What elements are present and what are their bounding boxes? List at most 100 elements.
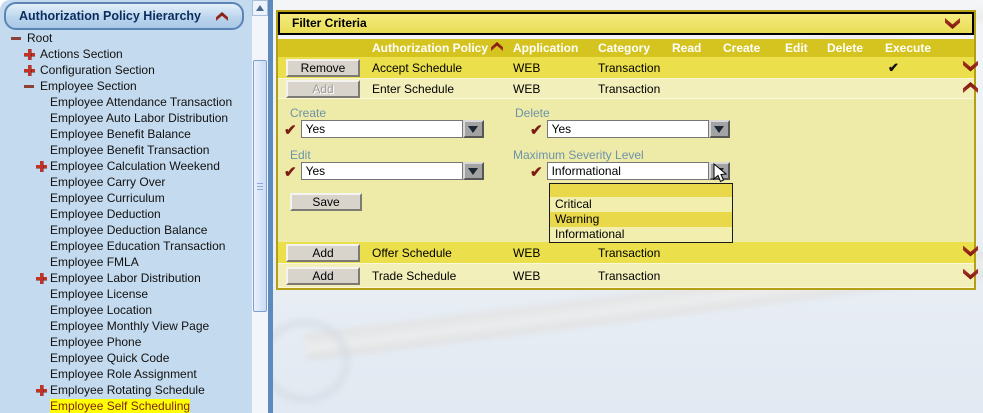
tree-item-label: Employee Auto Labor Distribution xyxy=(50,111,228,125)
tree-item-employee-deduction[interactable]: Employee Deduction xyxy=(0,206,252,222)
add-button[interactable]: Add xyxy=(286,244,360,262)
expand-node-icon[interactable] xyxy=(36,161,47,172)
sidebar-title: Authorization Policy Hierarchy xyxy=(6,9,213,23)
cell-policy: Accept Schedule xyxy=(366,61,507,75)
column-authorization-policy[interactable]: Authorization Policy xyxy=(366,41,507,55)
severity-option-blank[interactable] xyxy=(550,184,732,197)
column-create[interactable]: Create xyxy=(717,41,779,55)
collapse-node-icon[interactable] xyxy=(24,85,34,88)
column-execute[interactable]: Execute xyxy=(879,41,952,55)
max-severity-field[interactable] xyxy=(547,162,709,180)
cell-application: WEB xyxy=(507,269,592,283)
remove-button[interactable]: Remove xyxy=(286,59,360,77)
tree-item-root[interactable]: Root xyxy=(0,30,252,46)
edit-dropdown-icon[interactable] xyxy=(463,162,484,180)
expand-node-icon[interactable] xyxy=(36,385,47,396)
create-field[interactable] xyxy=(301,120,463,138)
policy-edit-form: Create Delete Edit Maximum Severity Leve… xyxy=(278,99,974,242)
sidebar-scrollbar[interactable] xyxy=(252,0,268,413)
cell-application: WEB xyxy=(507,246,592,260)
table-row: Add Trade Schedule WEB Transaction xyxy=(278,264,974,288)
tree-item-label: Root xyxy=(27,31,52,45)
tree-item-label: Employee Self Scheduling xyxy=(50,399,190,413)
tree-item-configuration-section[interactable]: Configuration Section xyxy=(0,62,252,78)
tree-item-label: Employee Monthly View Page xyxy=(50,319,209,333)
tree-item-employee-benefit-balance[interactable]: Employee Benefit Balance xyxy=(0,126,252,142)
tree-item-employee-rotating-schedule[interactable]: Employee Rotating Schedule xyxy=(0,382,252,398)
scroll-up-icon[interactable] xyxy=(252,0,268,16)
expand-row-icon[interactable] xyxy=(963,269,978,280)
tree-item-label: Employee Quick Code xyxy=(50,351,169,365)
column-delete[interactable]: Delete xyxy=(821,41,879,55)
tree-item-employee-education-transaction[interactable]: Employee Education Transaction xyxy=(0,238,252,254)
tree-item-employee-self-scheduling[interactable]: Employee Self Scheduling xyxy=(0,398,252,413)
table-row: Add Offer Schedule WEB Transaction xyxy=(278,242,974,264)
tree-item-employee-benefit-transaction[interactable]: Employee Benefit Transaction xyxy=(0,142,252,158)
collapse-node-icon[interactable] xyxy=(11,37,21,40)
column-edit[interactable]: Edit xyxy=(779,41,821,55)
tree-item-employee-carry-over[interactable]: Employee Carry Over xyxy=(0,174,252,190)
mouse-cursor-icon xyxy=(713,163,727,184)
cell-category: Transaction xyxy=(592,246,666,260)
delete-dropdown-icon[interactable] xyxy=(709,120,730,138)
policy-tree: Root Actions Section Configuration Section… xyxy=(0,30,252,413)
scrollbar-thumb[interactable] xyxy=(253,60,267,312)
tree-item-employee-labor-distribution[interactable]: Employee Labor Distribution xyxy=(0,270,252,286)
expand-node-icon[interactable] xyxy=(24,65,35,76)
tree-item-employee-license[interactable]: Employee License xyxy=(0,286,252,302)
tree-item-label: Actions Section xyxy=(40,47,123,61)
column-read[interactable]: Read xyxy=(666,41,717,55)
tree-item-label: Employee Rotating Schedule xyxy=(50,383,205,397)
tree-item-label: Employee Role Assignment xyxy=(50,367,197,381)
column-application[interactable]: Application xyxy=(507,41,592,55)
tree-item-label: Employee Section xyxy=(40,79,137,93)
collapse-row-icon[interactable] xyxy=(963,82,978,93)
tree-item-label: Employee Education Transaction xyxy=(50,239,225,253)
tree-item-employee-attendance-transaction[interactable]: Employee Attendance Transaction xyxy=(0,94,252,110)
main-content: Filter Criteria Authorization Policy App… xyxy=(273,0,983,413)
tree-item-employee-fmla[interactable]: Employee FMLA xyxy=(0,254,252,270)
collapse-filter-icon[interactable] xyxy=(945,18,960,29)
tree-item-employee-calculation-weekend[interactable]: Employee Calculation Weekend xyxy=(0,158,252,174)
delete-field[interactable] xyxy=(547,120,709,138)
create-dropdown-icon[interactable] xyxy=(463,120,484,138)
tree-item-employee-phone[interactable]: Employee Phone xyxy=(0,334,252,350)
severity-option-warning[interactable]: Warning xyxy=(550,212,732,227)
edit-check-icon: ✔ xyxy=(284,163,297,181)
execute-check-icon: ✔ xyxy=(888,60,899,75)
expand-node-icon[interactable] xyxy=(24,49,35,60)
tree-item-label: Configuration Section xyxy=(40,63,155,77)
create-label: Create xyxy=(290,106,326,120)
tree-item-label: Employee FMLA xyxy=(50,255,139,269)
severity-option-critical[interactable]: Critical xyxy=(550,197,732,212)
tree-item-employee-section[interactable]: Employee Section xyxy=(0,78,252,94)
expand-node-icon[interactable] xyxy=(36,273,47,284)
collapse-panel-icon[interactable] xyxy=(216,12,228,21)
tree-item-employee-location[interactable]: Employee Location xyxy=(0,302,252,318)
add-button[interactable]: Add xyxy=(286,267,360,285)
tree-item-label: Employee Attendance Transaction xyxy=(50,95,232,109)
tree-item-employee-role-assignment[interactable]: Employee Role Assignment xyxy=(0,366,252,382)
tree-item-employee-deduction-balance[interactable]: Employee Deduction Balance xyxy=(0,222,252,238)
table-row: Remove Accept Schedule WEB Transaction ✔ xyxy=(278,57,974,79)
tree-item-employee-quick-code[interactable]: Employee Quick Code xyxy=(0,350,252,366)
expand-row-icon[interactable] xyxy=(963,61,978,72)
tree-item-label: Employee Benefit Balance xyxy=(50,127,191,141)
save-button[interactable]: Save xyxy=(290,193,362,211)
tree-item-label: Employee License xyxy=(50,287,148,301)
sidebar-header: Authorization Policy Hierarchy xyxy=(4,2,244,30)
scrollbar-grip-icon xyxy=(257,183,263,192)
severity-option-informational[interactable]: Informational xyxy=(550,227,732,242)
expand-row-icon[interactable] xyxy=(963,246,978,257)
tree-item-employee-curriculum[interactable]: Employee Curriculum xyxy=(0,190,252,206)
cell-category: Transaction xyxy=(592,82,666,96)
tree-item-label: Employee Carry Over xyxy=(50,175,165,189)
tree-item-actions-section[interactable]: Actions Section xyxy=(0,46,252,62)
tree-item-employee-auto-labor-distribution[interactable]: Employee Auto Labor Distribution xyxy=(0,110,252,126)
edit-field[interactable] xyxy=(301,162,463,180)
edit-label: Edit xyxy=(290,148,311,162)
table-header-row: Authorization Policy Application Categor… xyxy=(278,39,974,57)
severity-check-icon: ✔ xyxy=(530,163,543,181)
tree-item-employee-monthly-view-page[interactable]: Employee Monthly View Page xyxy=(0,318,252,334)
column-category[interactable]: Category xyxy=(592,41,666,55)
